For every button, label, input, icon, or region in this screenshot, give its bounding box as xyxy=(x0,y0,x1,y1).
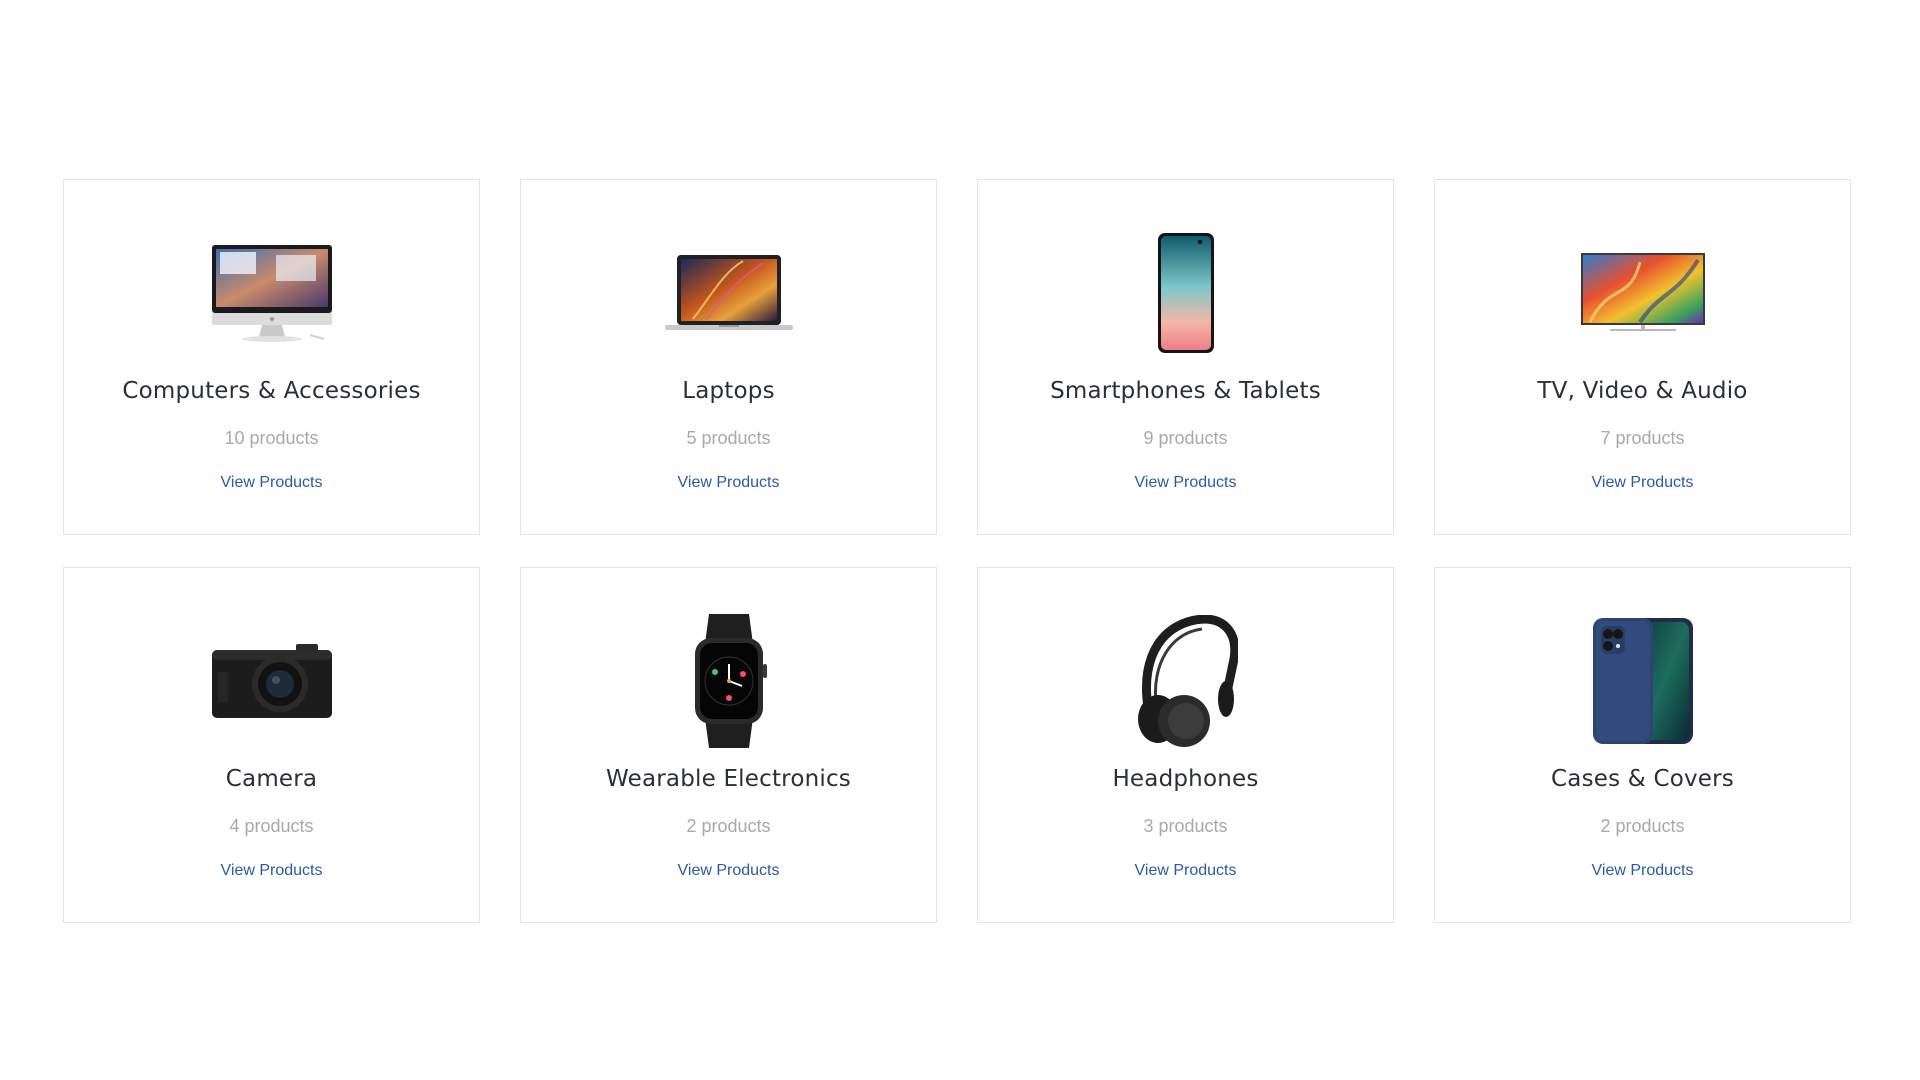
category-title[interactable]: Cases & Covers xyxy=(1551,766,1734,792)
category-card-cases[interactable]: Cases & Covers 2 products View Products xyxy=(1434,567,1851,923)
category-card-smartphones[interactable]: Smartphones & Tablets 9 products View Pr… xyxy=(977,179,1394,535)
product-count: 2 products xyxy=(1600,816,1685,836)
laptop-icon[interactable] xyxy=(659,230,799,356)
category-title[interactable]: Laptops xyxy=(682,378,775,404)
product-count: 7 products xyxy=(1600,428,1685,448)
view-products-link[interactable]: View Products xyxy=(1592,474,1694,492)
product-count: 2 products xyxy=(686,816,771,836)
view-products-link[interactable]: View Products xyxy=(221,474,323,492)
view-products-link[interactable]: View Products xyxy=(678,474,780,492)
tv-icon[interactable] xyxy=(1573,230,1713,356)
view-products-link[interactable]: View Products xyxy=(678,862,780,880)
headphones-icon[interactable] xyxy=(1116,615,1256,747)
category-card-headphones[interactable]: Headphones 3 products View Products xyxy=(977,567,1394,923)
imac-icon[interactable] xyxy=(202,230,342,356)
category-card-laptops[interactable]: Laptops 5 products View Products xyxy=(520,179,937,535)
category-title[interactable]: Computers & Accessories xyxy=(122,378,420,404)
category-title[interactable]: Smartphones & Tablets xyxy=(1050,378,1321,404)
phone-case-icon[interactable] xyxy=(1573,618,1713,744)
view-products-link[interactable]: View Products xyxy=(221,862,323,880)
category-title[interactable]: Headphones xyxy=(1112,766,1258,792)
category-grid: Computers & Accessories 10 products View… xyxy=(63,179,1851,923)
view-products-link[interactable]: View Products xyxy=(1592,862,1694,880)
view-products-link[interactable]: View Products xyxy=(1135,474,1237,492)
product-count: 3 products xyxy=(1143,816,1228,836)
category-card-computers[interactable]: Computers & Accessories 10 products View… xyxy=(63,179,480,535)
view-products-link[interactable]: View Products xyxy=(1135,862,1237,880)
category-card-wearables[interactable]: Wearable Electronics 2 products View Pro… xyxy=(520,567,937,923)
category-title[interactable]: TV, Video & Audio xyxy=(1537,378,1747,404)
category-card-camera[interactable]: Camera 4 products View Products xyxy=(63,567,480,923)
product-count: 4 products xyxy=(229,816,314,836)
product-count: 9 products xyxy=(1143,428,1228,448)
category-title[interactable]: Camera xyxy=(226,766,317,792)
category-title[interactable]: Wearable Electronics xyxy=(606,766,851,792)
product-count: 5 products xyxy=(686,428,771,448)
smartwatch-icon[interactable] xyxy=(659,614,799,748)
camera-icon[interactable] xyxy=(202,618,342,744)
smartphone-icon[interactable] xyxy=(1116,230,1256,356)
product-count: 10 products xyxy=(224,428,319,448)
category-card-tv[interactable]: TV, Video & Audio 7 products View Produc… xyxy=(1434,179,1851,535)
